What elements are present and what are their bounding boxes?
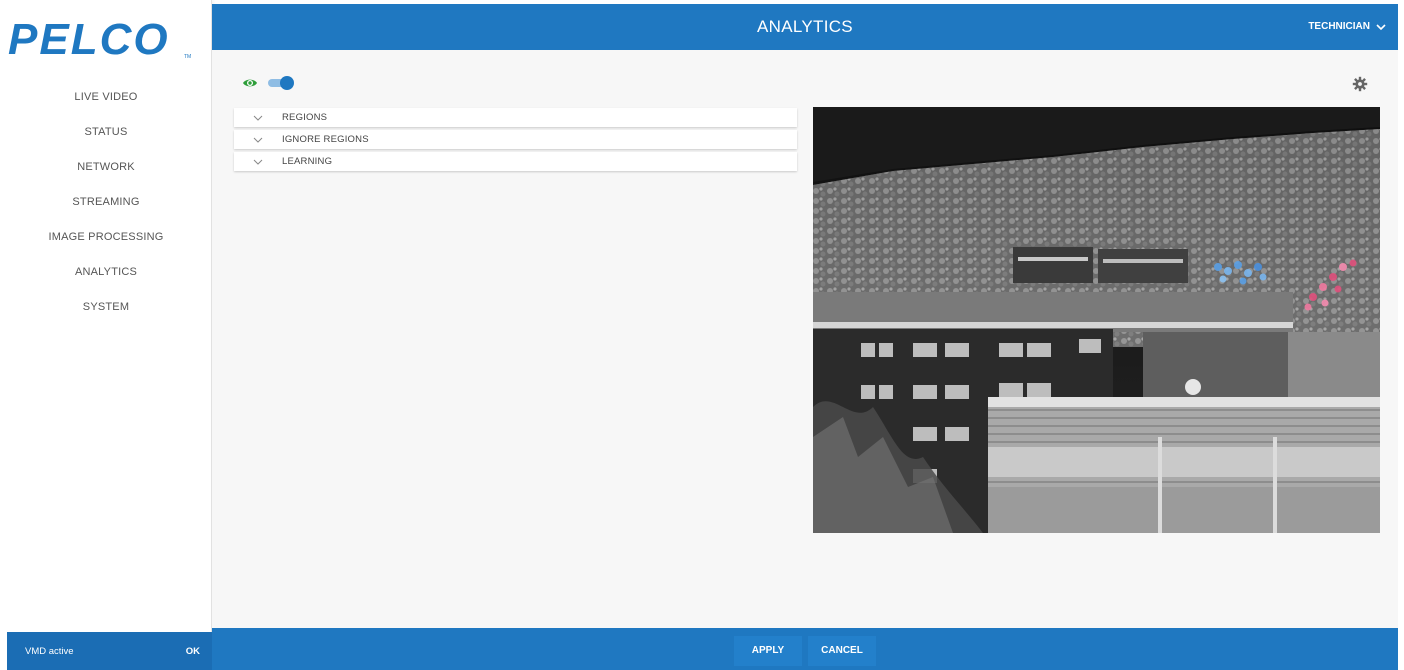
page-title: ANALYTICS [757,17,853,36]
accordion-ignore-regions[interactable]: IGNORE REGIONS [234,130,797,149]
main-content: REGIONS IGNORE REGIONS LEARNING [212,50,1398,628]
sidebar-item-network[interactable]: NETWORK [0,150,212,185]
chevron-down-icon [1376,24,1386,31]
accordion-ignore-regions-label: IGNORE REGIONS [282,134,369,145]
analytics-toolbar [242,76,294,90]
toggle-knob [280,76,294,90]
header-bar: ANALYTICS TECHNICIAN [212,4,1398,50]
user-menu[interactable]: TECHNICIAN [1308,4,1386,50]
sidebar: PELCO TM LIVE VIDEO STATUS NETWORK STREA… [0,0,212,670]
accordion-regions-chevron [234,115,282,121]
cancel-button[interactable]: CANCEL [808,636,876,666]
sidebar-nav: LIVE VIDEO STATUS NETWORK STREAMING IMAG… [0,80,212,325]
accordion-ignore-regions-chevron [234,137,282,143]
footer-bar: APPLY CANCEL [212,628,1398,670]
sidebar-item-live-video[interactable]: LIVE VIDEO [0,80,212,115]
accordion-learning-chevron [234,159,282,165]
analytics-visibility-toggle[interactable] [268,76,294,90]
sidebar-item-streaming[interactable]: STREAMING [0,185,212,220]
pelco-logo-graphic: PELCO TM [8,15,191,64]
thermal-scene [813,107,1380,533]
chevron-down-icon [253,115,263,121]
chevron-down-icon [253,159,263,165]
status-ok-button[interactable]: OK [186,646,200,657]
analytics-accordion: REGIONS IGNORE REGIONS LEARNING [234,108,797,174]
sidebar-item-system[interactable]: SYSTEM [0,290,212,325]
vmd-status-text: VMD active [25,645,74,657]
accordion-learning[interactable]: LEARNING [234,152,797,171]
apply-button[interactable]: APPLY [734,636,802,666]
accordion-regions[interactable]: REGIONS [234,108,797,127]
user-name: TECHNICIAN [1308,21,1370,32]
sidebar-item-analytics[interactable]: ANALYTICS [0,255,212,290]
logo-text: PELCO [8,15,170,62]
vmd-status-bar: VMD active OK [7,632,212,670]
settings-button[interactable] [1352,76,1368,97]
thermal-video-feed[interactable] [813,107,1380,533]
logo-trademark: TM [184,54,191,60]
accordion-regions-label: REGIONS [282,112,328,123]
sidebar-item-image-processing[interactable]: IMAGE PROCESSING [0,220,212,255]
gear-icon [1352,76,1368,92]
sidebar-item-status[interactable]: STATUS [0,115,212,150]
eye-icon[interactable] [242,77,258,89]
chevron-down-icon [253,137,263,143]
accordion-learning-label: LEARNING [282,156,333,167]
pelco-logo[interactable]: PELCO TM [6,10,200,64]
